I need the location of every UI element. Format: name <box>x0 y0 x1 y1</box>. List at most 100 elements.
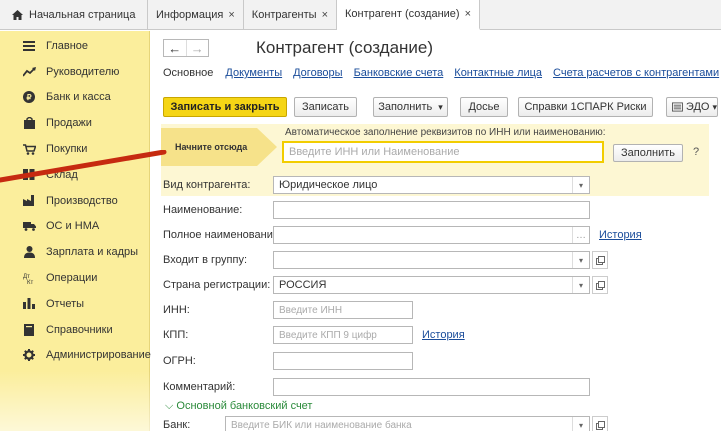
full-name-label: Полное наименование: <box>163 229 283 241</box>
close-icon[interactable]: × <box>465 8 471 20</box>
link-bank-accounts[interactable]: Банковские счета <box>354 67 444 79</box>
chart-line-icon <box>22 65 36 79</box>
chevron-down-icon: ▾ <box>438 101 443 112</box>
link-main[interactable]: Основное <box>163 67 213 79</box>
tab-contractor-create[interactable]: Контрагент (создание) × <box>337 0 481 30</box>
kind-value: Юридическое лицо <box>279 179 378 191</box>
full-name-input[interactable]: … <box>273 226 590 244</box>
sidebar-fade <box>0 371 150 431</box>
chevron-down-icon[interactable]: ▾ <box>572 177 589 193</box>
gear-icon <box>22 348 36 362</box>
close-icon[interactable]: × <box>228 9 234 21</box>
tab-contractor-create-label: Контрагент (создание) <box>345 8 460 20</box>
sidebar-item-label: Справочники <box>46 323 113 336</box>
dossier-button[interactable]: Досье <box>460 97 508 117</box>
sidebar-item-label: ОС и НМА <box>46 220 100 233</box>
autofill-button[interactable]: Заполнить <box>613 144 683 162</box>
sidebar-item-assets[interactable]: ОС и НМА <box>0 214 149 240</box>
back-button[interactable]: ← <box>164 40 187 56</box>
forward-button[interactable]: → <box>187 40 209 56</box>
tab-home-label: Начальная страница <box>29 8 136 21</box>
spark-button[interactable]: Справки 1СПАРК Риски <box>518 97 653 117</box>
sidebar: Главное Руководителю ₽ Банк и касса Прод… <box>0 31 151 431</box>
link-contracts[interactable]: Договоры <box>293 67 342 79</box>
sidebar-item-main[interactable]: Главное <box>0 33 149 59</box>
fill-dropdown-button[interactable]: Заполнить ▾ <box>373 97 448 117</box>
country-value: РОССИЯ <box>279 279 327 291</box>
kpp-label: КПП: <box>163 329 189 341</box>
sidebar-item-admin[interactable]: Администрирование <box>0 343 151 369</box>
group-select[interactable]: ▾ <box>273 251 590 269</box>
bag-icon <box>22 116 36 130</box>
chevron-down-icon[interactable]: ▾ <box>572 252 589 268</box>
sidebar-item-label: Операции <box>46 272 98 285</box>
help-icon[interactable]: ? <box>693 146 699 158</box>
tab-contractors[interactable]: Контрагенты × <box>244 0 338 29</box>
chevron-down-icon[interactable]: ▾ <box>572 417 589 431</box>
kind-label: Вид контрагента: <box>163 179 251 191</box>
chevron-down-icon[interactable]: ▾ <box>572 277 589 293</box>
svg-text:₽: ₽ <box>26 93 31 102</box>
menu-icon <box>22 39 36 53</box>
sidebar-item-label: Руководителю <box>46 65 120 78</box>
open-country-button[interactable] <box>592 276 608 294</box>
ogrn-label: ОГРН: <box>163 355 196 367</box>
sidebar-item-label: Продажи <box>46 117 92 130</box>
link-documents[interactable]: Документы <box>225 67 282 79</box>
link-settlement-accounts[interactable]: Счета расчетов с контрагентами <box>553 67 719 79</box>
save-button[interactable]: Записать <box>294 97 357 117</box>
chevron-down-icon: ⌵ <box>165 400 174 412</box>
kpp-history-link[interactable]: История <box>422 329 465 341</box>
bank-placeholder: Введите БИК или наименование банка <box>231 419 412 431</box>
kpp-field[interactable]: Введите КПП 9 цифр <box>273 326 413 344</box>
full-name-history-link[interactable]: История <box>599 229 642 241</box>
sidebar-item-warehouse[interactable]: Склад <box>0 162 149 188</box>
sidebar-item-manager[interactable]: Руководителю <box>0 59 149 85</box>
inn-field[interactable]: Введите ИНН <box>273 301 413 319</box>
save-close-button[interactable]: Записать и закрыть <box>163 97 287 117</box>
link-contacts[interactable]: Контактные лица <box>454 67 542 79</box>
more-icon[interactable]: … <box>572 227 589 243</box>
name-input[interactable] <box>273 201 590 219</box>
sidebar-item-operations[interactable]: Дт Кт Операции <box>0 265 149 291</box>
open-icon <box>595 280 605 290</box>
inn-label: ИНН: <box>163 304 190 316</box>
sidebar-item-purchases[interactable]: Покупки <box>0 136 149 162</box>
person-icon <box>22 245 36 259</box>
sidebar-item-reports[interactable]: Отчеты <box>0 291 149 317</box>
nav-buttons: ← → <box>163 39 209 57</box>
inn-search-box <box>282 141 604 163</box>
sidebar-item-bank[interactable]: ₽ Банк и касса <box>0 85 149 111</box>
svg-text:Кт: Кт <box>27 280 33 284</box>
comment-field[interactable] <box>273 378 590 396</box>
close-icon[interactable]: × <box>322 9 328 21</box>
country-select[interactable]: РОССИЯ ▾ <box>273 276 590 294</box>
open-bank-button[interactable] <box>592 416 608 431</box>
book-icon <box>22 323 36 337</box>
sidebar-item-production[interactable]: Производство <box>0 188 149 214</box>
sidebar-item-sales[interactable]: Продажи <box>0 110 149 136</box>
sidebar-item-references[interactable]: Справочники <box>0 317 149 343</box>
tab-info[interactable]: Информация × <box>148 0 244 29</box>
open-group-button[interactable] <box>592 251 608 269</box>
autofill-hint: Автоматическое заполнение реквизитов по … <box>285 127 606 138</box>
bank-select[interactable]: Введите БИК или наименование банка ▾ <box>225 416 590 431</box>
sidebar-item-salary[interactable]: Зарплата и кадры <box>0 239 149 265</box>
edo-button[interactable]: ЭДО ▾ <box>666 97 718 117</box>
fill-dropdown-label: Заполнить <box>378 101 433 113</box>
comment-label: Комментарий: <box>163 381 236 393</box>
edo-label: ЭДО <box>685 101 710 113</box>
bar-chart-icon <box>22 297 36 311</box>
bank-icon: ₽ <box>22 90 36 104</box>
name-label: Наименование: <box>163 204 243 216</box>
ogrn-field[interactable] <box>273 352 413 370</box>
bank-account-group-toggle[interactable]: ⌵ Основной банковский счет <box>165 400 312 413</box>
sidebar-item-label: Главное <box>46 39 89 52</box>
inn-search-input[interactable] <box>284 143 602 161</box>
operations-icon: Дт Кт <box>22 271 36 285</box>
tab-info-label: Информация <box>156 8 224 21</box>
sidebar-item-label: Банк и касса <box>46 91 111 104</box>
bank-group-label: Основной банковский счет <box>176 400 313 412</box>
tab-home[interactable]: Начальная страница <box>0 0 148 29</box>
kind-select[interactable]: Юридическое лицо ▾ <box>273 176 590 194</box>
